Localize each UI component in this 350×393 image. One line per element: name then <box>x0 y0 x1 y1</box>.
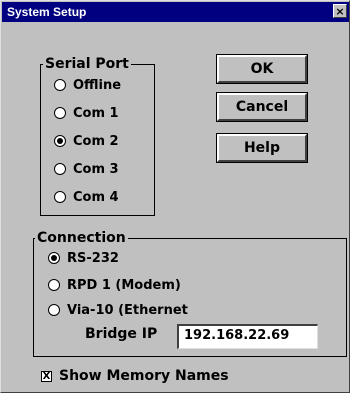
radio-circle-rpd1-modem <box>48 279 60 291</box>
radio-offline[interactable]: Offline <box>54 75 121 95</box>
radio-label-via10-ethernet: Via-10 (Ethernet <box>67 302 188 318</box>
radio-circle-com2 <box>54 135 66 147</box>
show-memory-names-label: Show Memory Names <box>59 368 229 384</box>
bridge-ip-label: Bridge IP <box>85 326 158 342</box>
connection-legend: Connection <box>35 230 128 246</box>
close-icon: × <box>335 5 345 18</box>
radio-com2[interactable]: Com 2 <box>54 131 119 151</box>
radio-com3[interactable]: Com 3 <box>54 159 119 179</box>
radio-rs232[interactable]: RS-232 <box>48 248 119 268</box>
cancel-button[interactable]: Cancel <box>216 92 308 122</box>
bridge-ip-field[interactable]: 192.168.22.69 <box>177 324 318 349</box>
serial-port-legend: Serial Port <box>43 56 131 72</box>
close-button[interactable]: × <box>333 4 347 18</box>
radio-com1[interactable]: Com 1 <box>54 103 119 123</box>
radio-circle-com3 <box>54 163 66 175</box>
radio-label-offline: Offline <box>73 77 122 93</box>
connection-group: Connection RS-232 RPD 1 (Modem) Via-10 (… <box>33 230 347 357</box>
checkbox-box: X <box>41 371 52 382</box>
radio-circle-com4 <box>54 191 66 203</box>
radio-circle-offline <box>54 79 66 91</box>
system-setup-dialog: System Setup × Serial Port Offline Com 1… <box>0 0 350 393</box>
radio-label-com1: Com 1 <box>73 105 119 121</box>
radio-circle-via10-ethernet <box>48 304 60 316</box>
radio-circle-rs232 <box>48 252 60 264</box>
radio-label-rpd1-modem: RPD 1 (Modem) <box>67 277 181 293</box>
show-memory-names-checkbox[interactable]: X Show Memory Names <box>36 367 256 387</box>
radio-label-com3: Com 3 <box>73 161 119 177</box>
radio-label-com4: Com 4 <box>73 189 119 205</box>
radio-via10-ethernet[interactable]: Via-10 (Ethernet <box>48 300 188 320</box>
radio-com4[interactable]: Com 4 <box>54 187 119 207</box>
help-button[interactable]: Help <box>216 133 308 163</box>
ok-button[interactable]: OK <box>216 54 308 84</box>
radio-label-rs232: RS-232 <box>67 250 119 266</box>
radio-rpd1-modem[interactable]: RPD 1 (Modem) <box>48 275 181 295</box>
title-bar[interactable]: System Setup × <box>2 2 349 22</box>
window-title: System Setup <box>7 5 87 19</box>
radio-label-com2: Com 2 <box>73 133 119 149</box>
serial-port-group: Serial Port Offline Com 1 Com 2 Com 3 Co… <box>40 56 155 216</box>
radio-circle-com1 <box>54 107 66 119</box>
